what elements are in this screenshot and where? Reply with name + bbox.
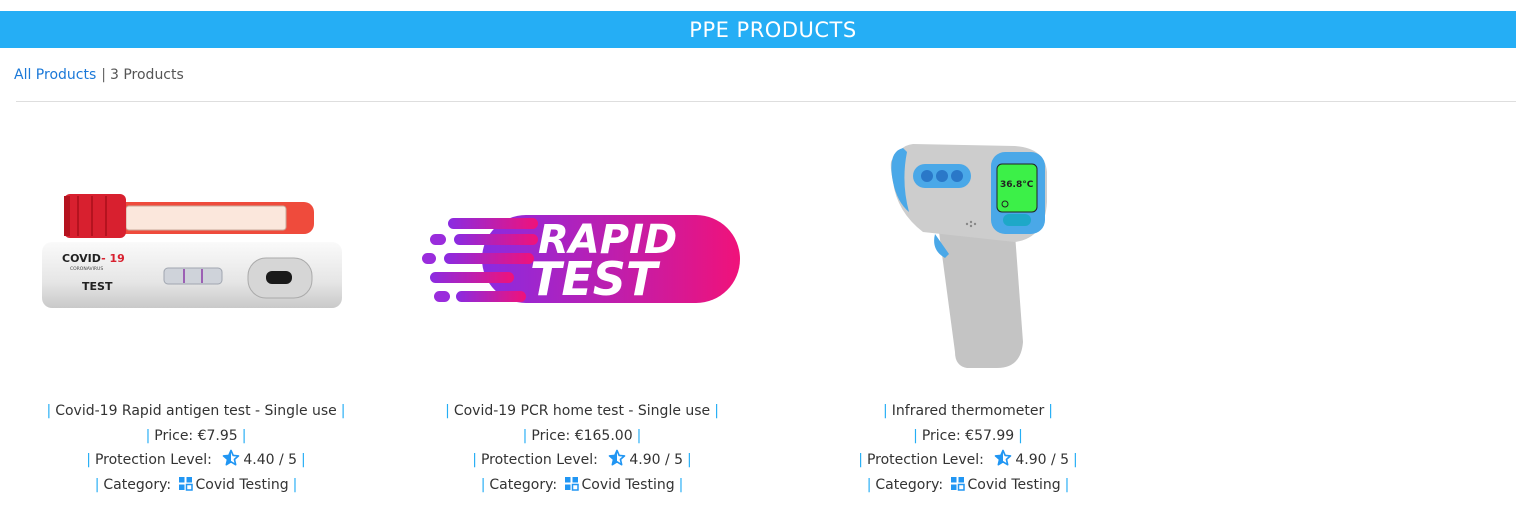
page: PPE PRODUCTS All Products | 3 Products C… — [0, 0, 1516, 514]
kit-sub-label: CORONAVIRUS — [70, 266, 103, 272]
test-logo-text: TEST — [530, 252, 661, 306]
product-rating: 4.40 / 5 — [243, 452, 298, 468]
price-label: Price: — [531, 427, 571, 444]
product-info: | Covid-19 PCR home test - Single use | | P… — [392, 399, 772, 497]
product-image-link[interactable]: COVID- 19 CORONAVIRUS TEST — [6, 128, 386, 386]
infrared-thermometer-image: 36.8°C — [890, 144, 1047, 368]
protection-label: Protection Level: — [480, 452, 598, 468]
all-products-link[interactable]: All Products — [14, 67, 96, 83]
kit-test-label: TEST — [82, 280, 113, 293]
divider-bar: | — [714, 403, 719, 419]
product-price: €57.99 — [965, 427, 1015, 444]
divider-bar: | — [480, 476, 486, 493]
product-count: 3 Products — [109, 67, 184, 83]
category-label: Category: — [875, 476, 944, 493]
divider-bar: | — [145, 427, 151, 444]
product-price: €7.95 — [197, 427, 238, 444]
category-link[interactable]: Covid Testing — [968, 477, 1061, 493]
product-info: | Infrared thermometer | | Price: €57.99 | |… — [778, 399, 1158, 497]
divider-bar: | — [636, 427, 642, 444]
product-card: COVID- 19 CORONAVIRUS TEST | Covid-19 Rap… — [6, 128, 386, 508]
product-name[interactable]: Infrared thermometer — [892, 403, 1044, 419]
divider-bar: | — [883, 403, 888, 419]
divider-bar: | — [1048, 403, 1053, 419]
divider-bar: | — [46, 403, 52, 419]
divider-bar: | — [522, 427, 528, 444]
breadcrumb: All Products | 3 Products — [14, 67, 184, 83]
product-image-link[interactable]: RAPID TEST — [392, 128, 772, 386]
category-grid-icon — [950, 476, 965, 491]
price-label: Price: — [921, 427, 961, 444]
divider-bar: | — [340, 403, 346, 419]
protection-label: Protection Level: — [866, 452, 984, 468]
category-grid-icon — [564, 476, 579, 491]
divider-bar: | — [292, 476, 298, 493]
divider-bar: | — [678, 476, 684, 493]
divider-bar: | — [472, 452, 477, 468]
divider-bar: | — [1064, 476, 1070, 493]
product-rating: 4.90 / 5 — [629, 452, 684, 468]
protection-label: Protection Level: — [94, 452, 212, 468]
page-title: PPE PRODUCTS — [689, 17, 857, 42]
product-name[interactable]: Covid-19 PCR home test - Single use — [454, 403, 710, 419]
divider-bar: | — [1018, 427, 1023, 444]
product-image-link[interactable]: 36.8°C — [778, 128, 1158, 386]
kit-brand-label: COVID- 19 — [62, 252, 125, 265]
divider-bar: | — [94, 476, 100, 493]
divider-bar: | — [1073, 452, 1078, 468]
star-icon — [223, 449, 240, 466]
divider-bar: | — [858, 452, 863, 468]
divider-bar: | — [866, 476, 872, 493]
header-bar: PPE PRODUCTS — [0, 11, 1516, 48]
price-label: Price: — [154, 427, 194, 444]
product-card: 36.8°C | Infrared thermometer | | Price: €5… — [778, 128, 1158, 508]
product-card: RAPID TEST | Covid-19 PCR home test - Sin… — [392, 128, 772, 508]
breadcrumb-separator: | — [101, 67, 106, 83]
category-grid-icon — [178, 476, 193, 491]
divider-bar: | — [687, 452, 692, 468]
product-name[interactable]: Covid-19 Rapid antigen test - Single use — [55, 403, 337, 419]
divider — [16, 101, 1516, 102]
star-icon — [609, 449, 626, 466]
category-link[interactable]: Covid Testing — [196, 477, 289, 493]
divider-bar: | — [241, 427, 247, 444]
product-price: €165.00 — [574, 427, 633, 444]
divider-bar: | — [86, 452, 91, 468]
category-link[interactable]: Covid Testing — [582, 477, 675, 493]
category-label: Category: — [103, 476, 172, 493]
product-rating: 4.90 / 5 — [1015, 452, 1070, 468]
covid-antigen-test-kit-image: COVID- 19 CORONAVIRUS TEST — [42, 194, 342, 308]
thermometer-reading: 36.8°C — [1000, 180, 1034, 190]
star-icon — [995, 449, 1012, 466]
rapid-test-logo-image: RAPID TEST — [422, 215, 740, 306]
product-info: | Covid-19 Rapid antigen test - Single us… — [6, 399, 386, 497]
category-label: Category: — [489, 476, 558, 493]
divider-bar: | — [301, 452, 306, 468]
divider-bar: | — [913, 427, 918, 444]
divider-bar: | — [445, 403, 450, 419]
